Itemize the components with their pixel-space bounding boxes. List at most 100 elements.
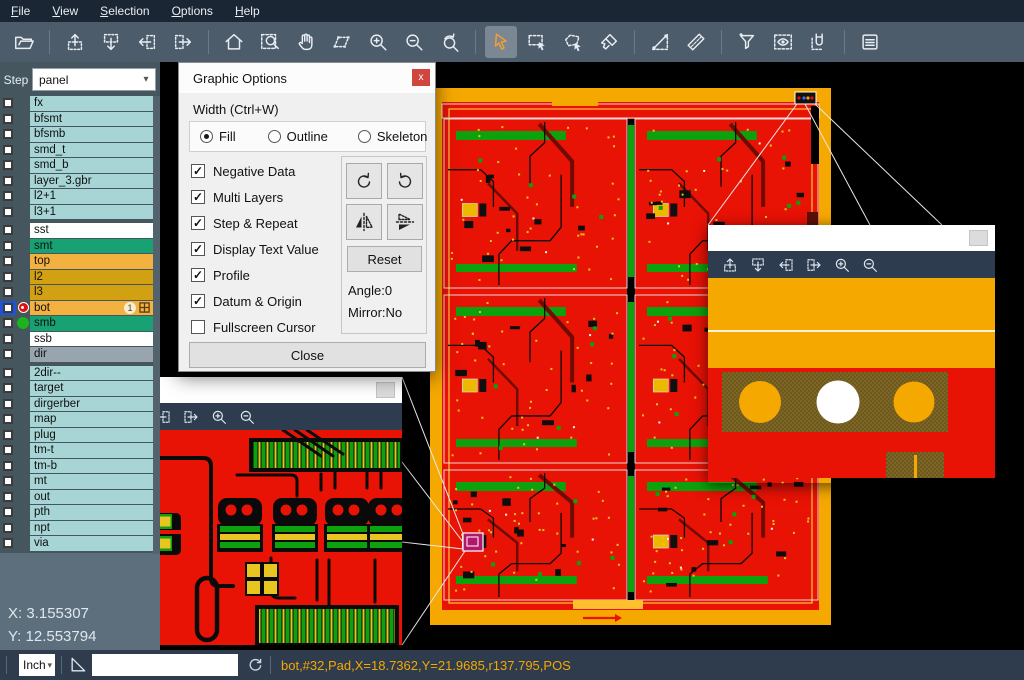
layer-name[interactable]: plug [30, 428, 153, 443]
reset-button[interactable]: Reset [347, 246, 422, 272]
layer-row-l2+1[interactable]: l2+1 [0, 189, 160, 204]
layer-row-mt[interactable]: mt [0, 474, 160, 489]
layer-visibility-checkbox[interactable] [0, 505, 16, 520]
layer-visibility-checkbox[interactable] [0, 366, 16, 381]
layer-name[interactable]: l3 [30, 285, 153, 300]
step-left-icon[interactable] [131, 26, 163, 58]
home-icon[interactable] [218, 26, 250, 58]
chevron-down-icon[interactable]: ▾ [137, 74, 155, 85]
dialog-title-bar[interactable]: Graphic Options x [179, 63, 435, 93]
menu-item-selection[interactable]: Selection [89, 0, 160, 22]
step-right-icon[interactable] [178, 405, 204, 429]
layer-name[interactable]: smb [30, 316, 153, 331]
step-down-icon[interactable] [95, 26, 127, 58]
flip-horizontal-button[interactable] [346, 204, 382, 240]
measure-ruler-icon[interactable] [680, 26, 712, 58]
radio-fill[interactable]: Fill [200, 129, 236, 144]
zoom-out-icon[interactable] [398, 26, 430, 58]
layer-visibility-checkbox[interactable] [0, 332, 16, 347]
zoom-object-icon[interactable] [326, 26, 358, 58]
filter-icon[interactable] [731, 26, 763, 58]
layer-visibility-checkbox[interactable] [0, 428, 16, 443]
layer-name[interactable]: dirgerber [30, 397, 153, 412]
layer-visibility-checkbox[interactable] [0, 143, 16, 158]
view-eye-icon[interactable] [767, 26, 799, 58]
menu-item-options[interactable]: Options [161, 0, 224, 22]
layer-row-target[interactable]: target [0, 381, 160, 396]
layer-row-tm-b[interactable]: tm-b [0, 459, 160, 474]
step-left-icon[interactable] [773, 253, 799, 277]
checkbox-step-repeat[interactable]: ✓Step & Repeat [191, 214, 298, 232]
layer-visibility-checkbox[interactable] [0, 189, 16, 204]
layer-visibility-checkbox[interactable] [0, 112, 16, 127]
command-input[interactable] [92, 654, 238, 676]
unit-selector[interactable]: Inch ▾ [19, 654, 55, 676]
measure-line-icon[interactable] [644, 26, 676, 58]
layer-name[interactable]: tm-t [30, 443, 153, 458]
layer-row-l3+1[interactable]: l3+1 [0, 205, 160, 220]
layer-name[interactable]: bfsmb [30, 127, 153, 142]
layer-row-plug[interactable]: plug [0, 428, 160, 443]
layer-visibility-checkbox[interactable] [0, 205, 16, 220]
layer-visibility-checkbox[interactable] [0, 412, 16, 427]
layer-row-map[interactable]: map [0, 412, 160, 427]
layer-name[interactable]: l2+1 [30, 189, 153, 204]
select-cursor-icon[interactable] [485, 26, 517, 58]
layer-row-2dir--[interactable]: 2dir-- [0, 366, 160, 381]
layer-visibility-checkbox[interactable] [0, 347, 16, 362]
chevron-down-icon[interactable]: ▾ [47, 660, 55, 671]
layers-panel-icon[interactable] [854, 26, 886, 58]
layer-visibility-checkbox[interactable] [0, 254, 16, 269]
layer-visibility-checkbox[interactable] [0, 127, 16, 142]
checkbox-negative-data[interactable]: ✓Negative Data [191, 162, 295, 180]
layer-visibility-checkbox[interactable] [0, 270, 16, 285]
radio-skeleton[interactable]: Skeleton [358, 129, 428, 144]
step-selector[interactable]: panel ▾ [32, 68, 156, 91]
layer-visibility-checkbox[interactable] [0, 223, 16, 238]
radio-outline[interactable]: Outline [268, 129, 328, 144]
menu-item-help[interactable]: Help [224, 0, 271, 22]
layer-row-dirgerber[interactable]: dirgerber [0, 397, 160, 412]
layer-row-ssb[interactable]: ssb [0, 332, 160, 347]
layer-row-dir[interactable]: dir [0, 347, 160, 362]
layer-name[interactable]: target [30, 381, 153, 396]
layer-row-l2[interactable]: l2 [0, 270, 160, 285]
layer-row-pth[interactable]: pth [0, 505, 160, 520]
layer-name[interactable]: tm-b [30, 459, 153, 474]
pan-hand-icon[interactable] [290, 26, 322, 58]
clean-brush-icon[interactable] [593, 26, 625, 58]
step-up-icon[interactable] [717, 253, 743, 277]
layer-name[interactable]: bfsmt [30, 112, 153, 127]
open-folder-icon[interactable] [8, 26, 40, 58]
close-button[interactable]: Close [189, 342, 426, 368]
layer-name[interactable]: l3+1 [30, 205, 153, 220]
layer-name[interactable]: ssb [30, 332, 153, 347]
layer-row-tm-t[interactable]: tm-t [0, 443, 160, 458]
layer-visibility-checkbox[interactable] [0, 474, 16, 489]
zoom-previous-icon[interactable] [434, 26, 466, 58]
layer-name[interactable]: via [30, 536, 153, 551]
zoom-out-icon[interactable] [857, 253, 883, 277]
zoom-out-icon[interactable] [234, 405, 260, 429]
flip-vertical-button[interactable] [387, 204, 423, 240]
layer-row-smd_b[interactable]: smd_b [0, 158, 160, 173]
layer-name[interactable]: smt [30, 239, 153, 254]
layer-visibility-checkbox[interactable] [0, 285, 16, 300]
checkbox-multi-layers[interactable]: ✓Multi Layers [191, 188, 283, 206]
layer-visibility-checkbox[interactable] [0, 397, 16, 412]
layer-visibility-checkbox[interactable] [0, 536, 16, 551]
layer-name[interactable]: layer_3.gbr [30, 174, 153, 189]
zoom-in-icon[interactable] [829, 253, 855, 277]
zoom-window-icon[interactable] [254, 26, 286, 58]
layer-name[interactable]: l2 [30, 270, 153, 285]
layer-row-npt[interactable]: npt [0, 521, 160, 536]
layer-row-bfsmb[interactable]: bfsmb [0, 127, 160, 142]
layer-visibility-checkbox[interactable] [0, 301, 16, 316]
menu-item-file[interactable]: File [0, 0, 41, 22]
step-down-icon[interactable] [745, 253, 771, 277]
layer-row-sst[interactable]: sst [0, 223, 160, 238]
layer-visibility-checkbox[interactable] [0, 381, 16, 396]
layer-visibility-checkbox[interactable] [0, 490, 16, 505]
layer-row-l3[interactable]: l3 [0, 285, 160, 300]
layer-name[interactable]: mt [30, 474, 153, 489]
